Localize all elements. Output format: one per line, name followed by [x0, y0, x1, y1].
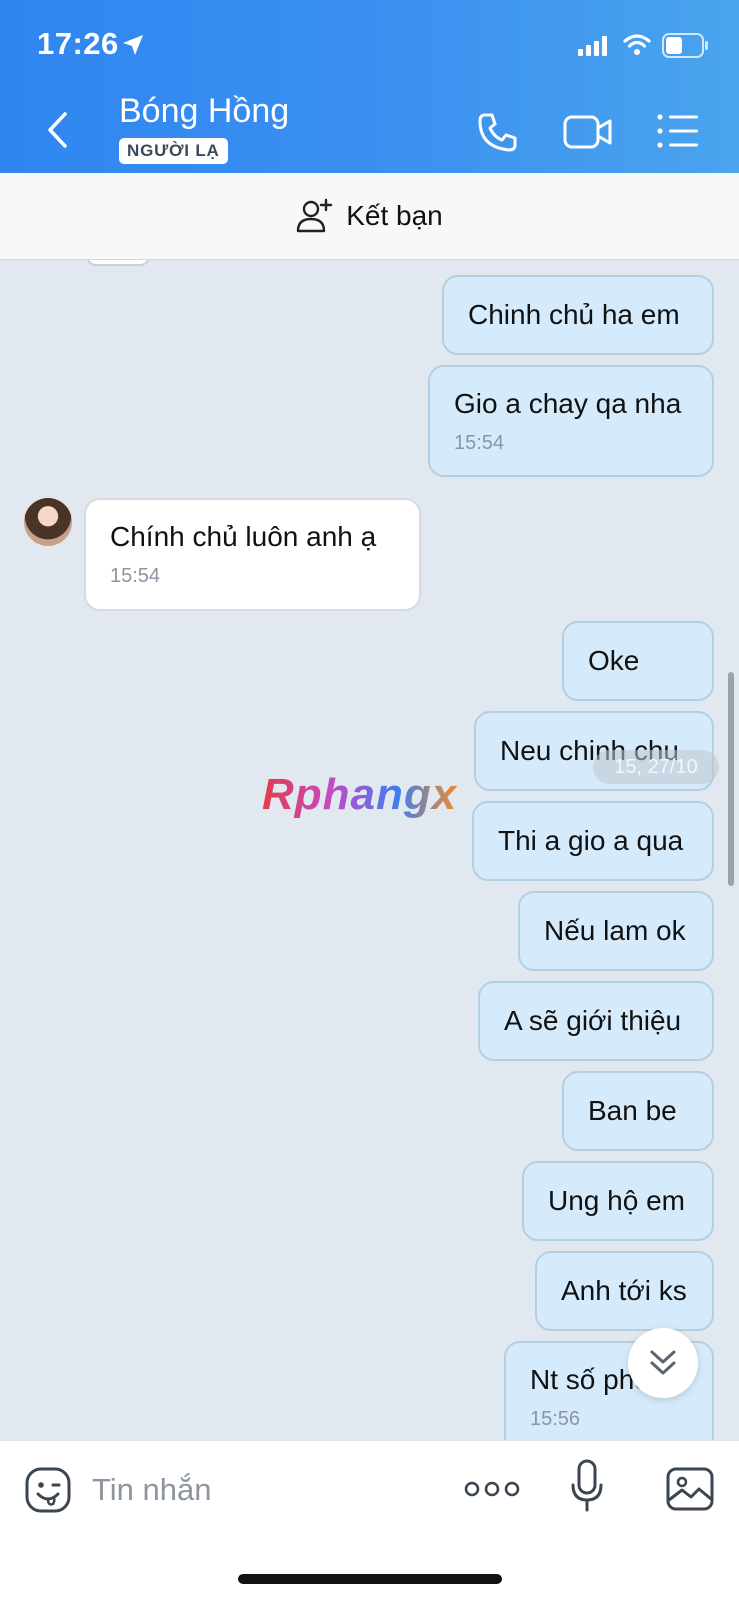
message-text: Chính chủ luôn anh ạ [110, 521, 377, 552]
message-bubble-outgoing[interactable]: Nếu lam ok [518, 891, 714, 971]
add-friend-label: Kết bạn [346, 200, 443, 231]
message-bubble-outgoing[interactable]: Thi a gio a qua [472, 801, 714, 881]
message-text: Thi a gio a qua [498, 825, 684, 856]
previous-bubble-edge [86, 260, 150, 266]
stranger-badge: NGƯỜI LẠ [119, 138, 228, 164]
message-bubble-outgoing[interactable]: Ung hộ em [522, 1161, 714, 1241]
message-composer [0, 1440, 739, 1600]
chevron-double-down-icon [650, 1350, 676, 1375]
status-time: 17:26 [37, 26, 119, 61]
sticker-icon[interactable] [24, 1466, 72, 1514]
more-dots-icon[interactable] [464, 1477, 520, 1501]
message-text: Ung hộ em [548, 1185, 685, 1216]
contact-name[interactable]: Bóng Hồng [119, 92, 289, 131]
mic-icon[interactable] [570, 1459, 604, 1513]
contact-avatar[interactable] [24, 498, 72, 546]
image-icon[interactable] [666, 1467, 714, 1511]
video-icon[interactable] [562, 112, 614, 152]
message-time: 15:54 [454, 431, 505, 454]
date-chip: 15, 27/10 [593, 750, 719, 784]
message-text: Ban be [588, 1095, 677, 1126]
menu-list-icon[interactable] [656, 112, 700, 150]
add-friend-button[interactable]: Kết bạn [0, 173, 739, 260]
message-bubble-outgoing[interactable]: Ban be [562, 1071, 714, 1151]
scroll-to-bottom-button[interactable] [628, 1328, 698, 1398]
message-input[interactable] [92, 1465, 422, 1515]
battery-icon [662, 33, 708, 58]
scrollbar[interactable] [728, 672, 734, 886]
message-time: 15:56 [530, 1407, 581, 1430]
signal-icon [578, 36, 607, 56]
location-arrow-icon [123, 35, 143, 55]
message-text: A sẽ giới thiệu [504, 1005, 682, 1036]
message-bubble-outgoing[interactable]: Anh tới ks [535, 1251, 714, 1331]
add-friend-icon [297, 198, 333, 233]
chat-header: 17:26 Bóng Hồng NGƯỜI LẠ [0, 0, 739, 173]
message-text: Chinh chủ ha em [468, 299, 680, 330]
chat-area[interactable]: Chinh chủ ha em Gio a chay qa nha 15:54 … [0, 260, 739, 1440]
message-text: Nếu lam ok [544, 915, 686, 946]
message-bubble-outgoing[interactable]: Gio a chay qa nha 15:54 [428, 365, 714, 477]
message-bubble-outgoing[interactable]: Chinh chủ ha em [442, 275, 714, 355]
message-bubble-outgoing[interactable]: Oke [562, 621, 714, 701]
message-text: Gio a chay qa nha [454, 387, 682, 419]
wifi-icon [623, 34, 651, 55]
message-bubble-outgoing[interactable]: A sẽ giới thiệu [478, 981, 714, 1061]
home-indicator [238, 1574, 502, 1584]
message-bubble-incoming[interactable]: Chính chủ luôn anh ạ 15:54 [84, 498, 421, 611]
message-text: Oke [588, 645, 640, 676]
back-button[interactable] [40, 108, 76, 152]
watermark: Rphangx [262, 770, 458, 819]
message-text: Anh tới ks [561, 1275, 687, 1306]
message-time: 15:54 [110, 565, 161, 587]
phone-icon[interactable] [476, 110, 520, 154]
